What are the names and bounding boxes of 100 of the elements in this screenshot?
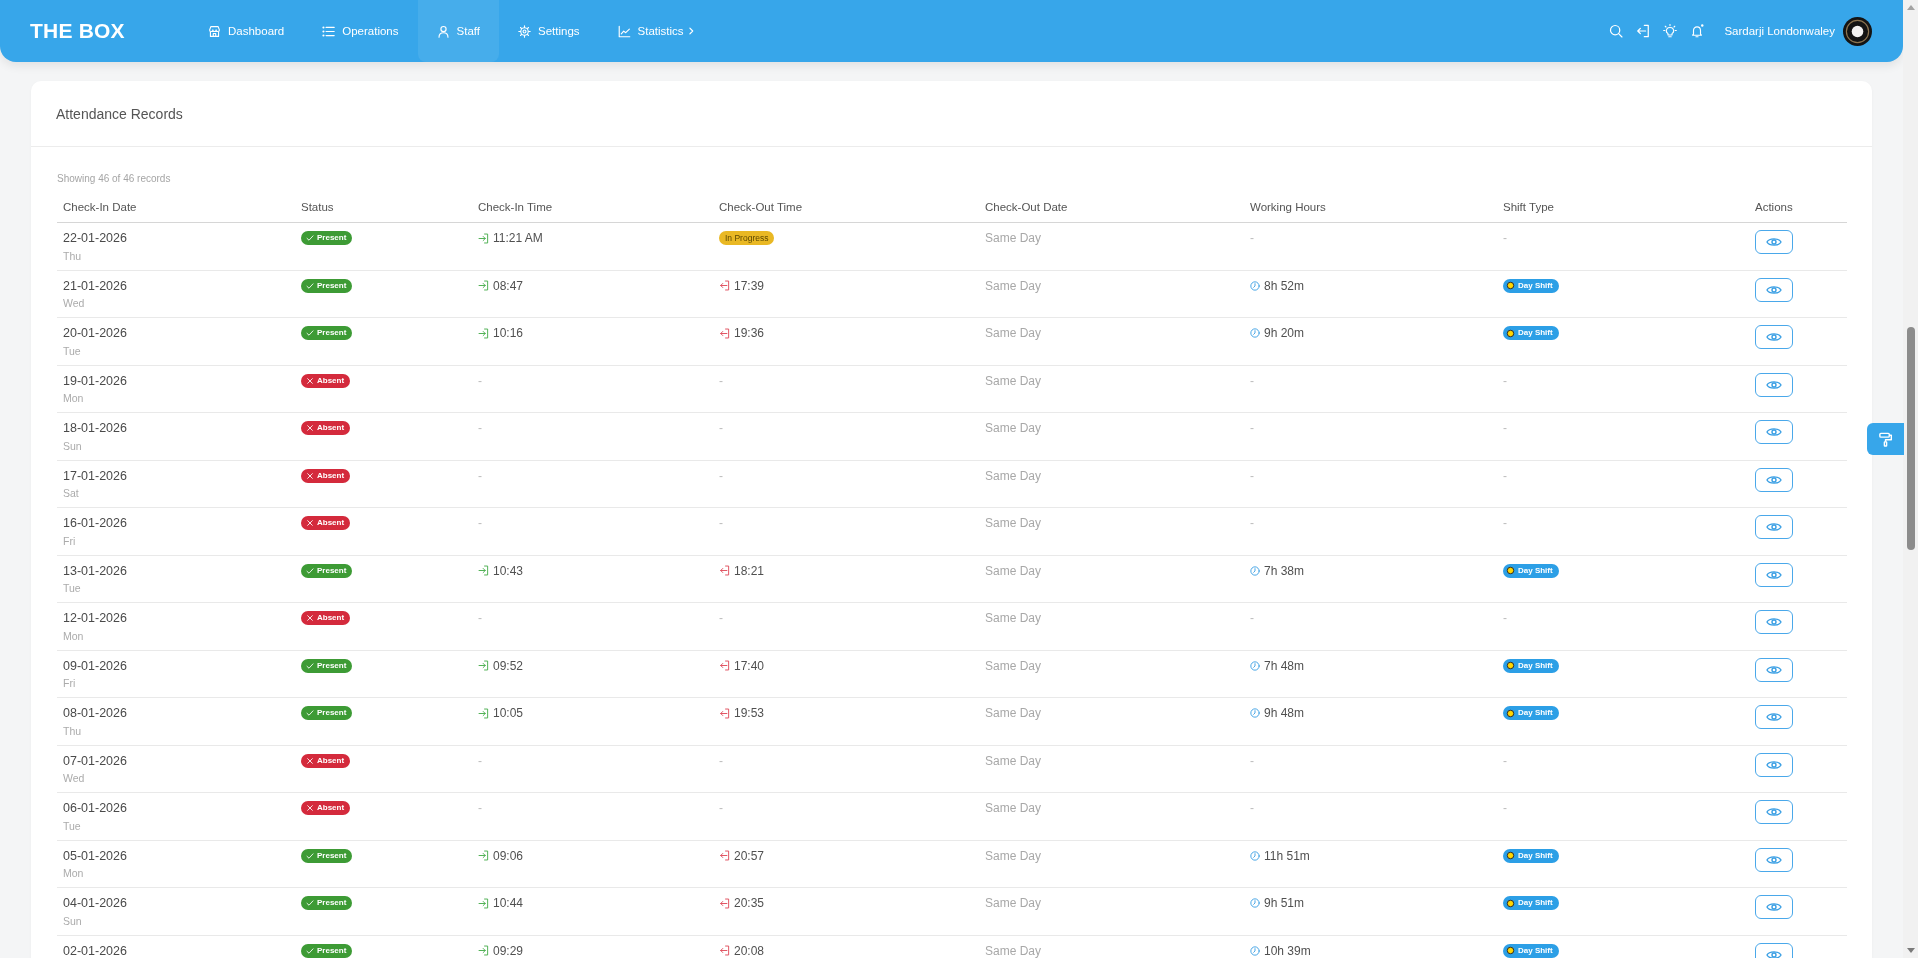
view-button[interactable]	[1755, 610, 1793, 634]
eye-icon	[1766, 901, 1782, 913]
empty-value: -	[478, 372, 482, 389]
view-button[interactable]	[1755, 562, 1793, 587]
check-out-date: Same Day	[985, 467, 1042, 484]
status-text: Absent	[317, 374, 345, 387]
shift-text: Day Shift	[1518, 327, 1553, 339]
weekday-text: Tue	[63, 343, 81, 358]
check-icon	[306, 899, 314, 907]
eye-icon	[1766, 426, 1782, 438]
weekday-text: Thu	[63, 248, 82, 263]
clock-icon	[1250, 280, 1260, 291]
status-text: Present	[317, 897, 347, 909]
eye-icon	[1766, 711, 1782, 723]
date-text: 21-01-2026	[63, 277, 127, 294]
eye-icon	[1766, 663, 1782, 676]
date-text: 20-01-2026	[63, 325, 127, 341]
nav-tab[interactable]: Staff	[417, 0, 499, 62]
empty-value: -	[719, 610, 723, 626]
view-button[interactable]	[1755, 847, 1793, 872]
nav-tab[interactable]: Dashboard	[189, 0, 304, 62]
check-out-time: 20:35	[734, 895, 765, 911]
scrollbar[interactable]	[1903, 0, 1918, 958]
working-hours: 11h 51m	[1264, 847, 1310, 864]
column-header: Actions	[1754, 200, 1794, 215]
cross-icon	[306, 756, 314, 765]
view-button[interactable]	[1755, 325, 1793, 349]
empty-value: -	[1250, 372, 1254, 389]
column-header: Shift Type	[1502, 200, 1555, 215]
view-button[interactable]	[1755, 372, 1793, 397]
empty-value: -	[1503, 752, 1507, 769]
paint-roller-button[interactable]	[1867, 423, 1904, 455]
view-button[interactable]	[1755, 657, 1793, 682]
clock-icon	[1250, 945, 1260, 956]
user-name[interactable]: Sardarji Londonwaley	[1724, 25, 1835, 37]
lightbulb-icon[interactable]	[1663, 24, 1678, 38]
check-out-date: Same Day	[985, 420, 1042, 436]
eye-icon	[1766, 616, 1782, 628]
status-text: Absent	[317, 469, 345, 482]
empty-value: -	[1503, 372, 1507, 389]
date-text: 13-01-2026	[63, 562, 127, 579]
check-out-date: Same Day	[985, 657, 1042, 674]
logout-icon[interactable]	[1636, 24, 1651, 38]
scroll-down-icon[interactable]	[1906, 948, 1915, 953]
date-text: 17-01-2026	[63, 467, 127, 484]
view-button[interactable]	[1755, 467, 1793, 492]
column-header: Check-In Date	[62, 200, 138, 215]
status-text: Absent	[317, 802, 345, 814]
check-in-time: 09:52	[493, 657, 524, 674]
check-in-time: 11:21 AM	[493, 230, 543, 246]
shift-text: Day Shift	[1518, 897, 1553, 909]
empty-value: -	[1503, 230, 1507, 246]
scrollbar-thumb[interactable]	[1906, 327, 1915, 550]
view-button[interactable]	[1755, 277, 1793, 302]
empty-value: -	[1250, 420, 1254, 436]
sun-icon	[1506, 566, 1515, 575]
check-out-date: Same Day	[985, 942, 1042, 958]
shift-text: Day Shift	[1518, 564, 1553, 577]
clock-icon	[1250, 660, 1260, 671]
sun-icon	[1506, 946, 1515, 955]
view-button[interactable]	[1755, 895, 1793, 919]
empty-value: -	[1503, 610, 1507, 626]
view-button[interactable]	[1755, 800, 1793, 824]
check-out-date: Same Day	[985, 895, 1042, 911]
sign-in-icon	[478, 565, 489, 576]
check-icon	[306, 329, 314, 337]
check-icon	[306, 661, 314, 670]
empty-value: -	[1250, 610, 1254, 626]
check-in-time: 10:43	[493, 562, 524, 579]
status-text: Absent	[317, 422, 345, 434]
date-text: 06-01-2026	[63, 800, 127, 816]
cross-icon	[306, 804, 314, 812]
check-out-date: Same Day	[985, 562, 1042, 579]
view-button[interactable]	[1755, 230, 1793, 254]
view-button[interactable]	[1755, 515, 1793, 539]
view-button[interactable]	[1755, 705, 1793, 729]
eye-icon	[1766, 948, 1782, 958]
shift-text: Day Shift	[1518, 849, 1553, 862]
logo[interactable]: THE BOX	[30, 0, 189, 62]
weekday-text: Sat	[63, 486, 79, 500]
bell-icon[interactable]	[1690, 24, 1705, 38]
scroll-up-icon[interactable]	[1906, 5, 1915, 10]
status-text: Present	[317, 564, 347, 577]
eye-icon	[1766, 568, 1782, 581]
nav-tab[interactable]: Operations	[303, 0, 418, 62]
view-button[interactable]	[1755, 752, 1793, 777]
date-text: 09-01-2026	[63, 657, 127, 674]
weekday-text: Sun	[63, 438, 82, 453]
check-out-time: 20:57	[734, 847, 765, 864]
empty-value: -	[719, 800, 723, 816]
sun-icon	[1506, 328, 1515, 338]
sign-in-icon	[478, 897, 489, 909]
nav-tab[interactable]: Settings	[499, 0, 599, 62]
avatar[interactable]	[1843, 16, 1872, 46]
empty-value: -	[719, 372, 723, 389]
clock-icon	[1250, 708, 1260, 718]
view-button[interactable]	[1755, 420, 1793, 444]
clock-icon	[1250, 565, 1260, 576]
nav-tab[interactable]: Statistics	[598, 0, 713, 62]
search-icon[interactable]	[1609, 24, 1624, 38]
